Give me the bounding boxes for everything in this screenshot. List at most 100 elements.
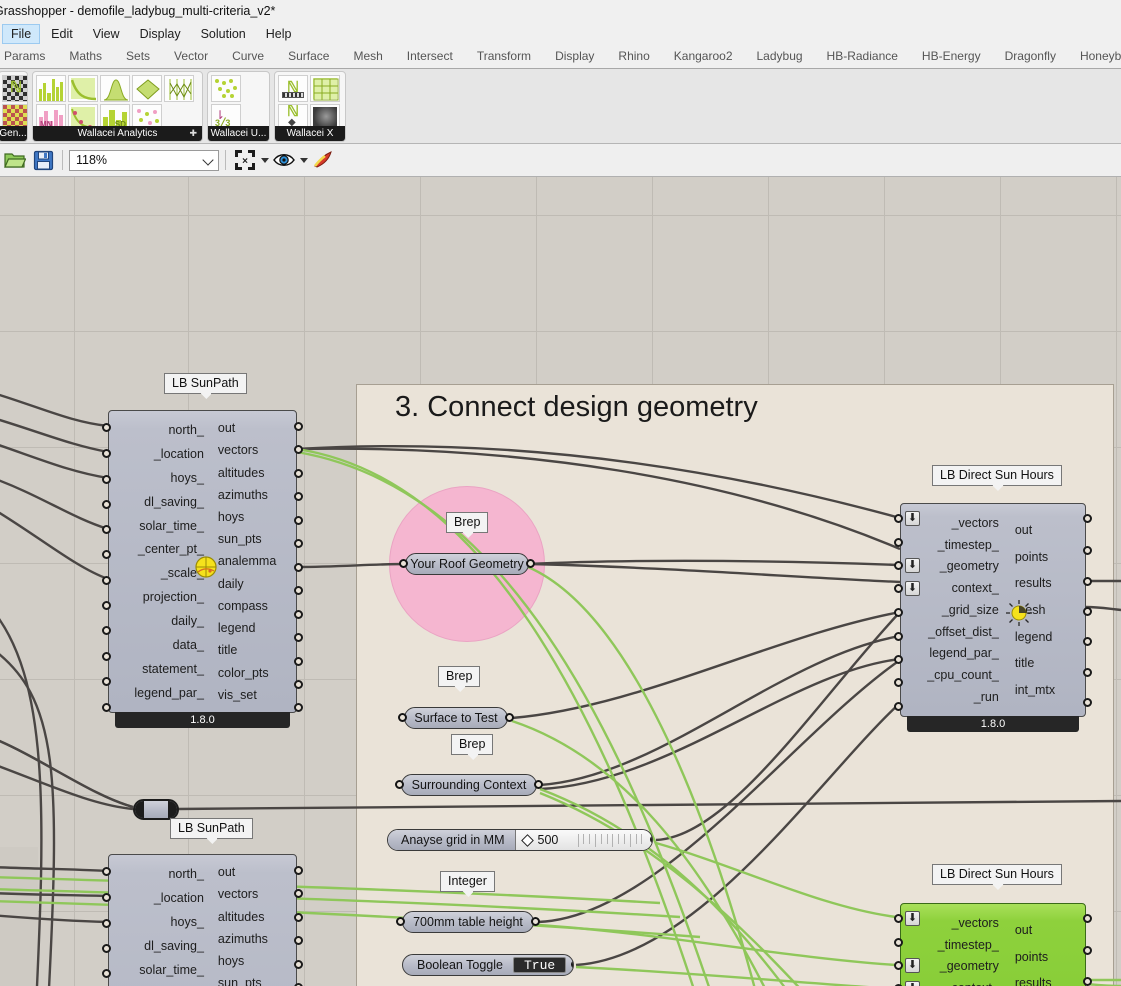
input-grip[interactable] [894,961,903,970]
input-grip[interactable] [102,500,111,509]
input-port-label[interactable]: north_ [168,867,203,881]
output-port-label[interactable]: azimuths [218,932,268,946]
output-grip[interactable] [294,703,303,712]
zoom-extents-dropdown-caret[interactable] [261,158,269,163]
output-port-label[interactable]: compass [218,599,268,613]
rhino-bake-icon[interactable] [310,147,336,173]
output-grip[interactable] [294,469,303,478]
param-output-grip[interactable] [534,780,543,789]
output-grip[interactable] [1083,546,1092,555]
tab-ladybug[interactable]: Ladybug [745,46,815,69]
input-port-label[interactable]: legend_par_ [929,646,999,660]
input-grip[interactable] [102,449,111,458]
output-port-label[interactable]: azimuths [218,488,268,502]
slider-handle[interactable] [521,834,534,847]
output-port-label[interactable]: title [1015,656,1034,670]
input-port-label[interactable]: solar_time_ [139,963,204,977]
boolean-toggle-output-grip[interactable] [571,960,574,969]
output-port-label[interactable]: sun_pts [218,976,262,986]
input-grip[interactable] [894,514,903,523]
input-port-label[interactable]: projection_ [143,590,204,604]
input-grip[interactable] [894,538,903,547]
flatten-arrow-icon[interactable]: ⬇ [905,511,920,526]
output-grip[interactable] [294,889,303,898]
input-grip[interactable] [894,655,903,664]
output-port-label[interactable]: color_pts [218,666,269,680]
output-port-label[interactable]: vis_set [218,688,257,702]
chevron-down-icon[interactable] [202,154,213,165]
standard-deviation-chart-icon[interactable] [36,75,66,102]
param-surrounding-context[interactable]: Surrounding Context [401,774,537,796]
ribbon-panel-expand-icon[interactable]: ✚ [189,126,197,141]
output-grip[interactable] [294,960,303,969]
param-your-roof-geometry[interactable]: Your Roof Geometry [405,553,529,575]
output-grip[interactable] [1083,577,1092,586]
diamond-chart-icon[interactable] [132,75,162,102]
output-port-label[interactable]: points [1015,950,1048,964]
wallacei-x-engine-icon[interactable]: ℕ [278,75,308,102]
input-port-label[interactable]: dl_saving_ [144,495,204,509]
tab-maths[interactable]: Maths [57,46,114,69]
tab-params[interactable]: Params [0,46,57,69]
wallacei-selection-grid-icon[interactable] [310,75,340,102]
tab-hb-energy[interactable]: HB-Energy [910,46,993,69]
ribbon-panel-gen[interactable]: ℕ Gen... [0,71,28,142]
output-grip[interactable] [1083,607,1092,616]
tab-rhino[interactable]: Rhino [606,46,661,69]
preview-dropdown-caret[interactable] [300,158,308,163]
output-grip[interactable] [294,586,303,595]
component-lb-direct-sun-hours-top[interactable]: _vectors _timestep_ _geometry context_ _… [900,503,1086,717]
ribbon-panel-wallacei-x[interactable]: ℕ ℕ ◆ Wallacei X [274,71,346,142]
output-port-label[interactable]: results [1015,576,1052,590]
output-port-label[interactable]: out [218,865,235,879]
input-port-label[interactable]: daily_ [171,614,204,628]
input-port-label[interactable]: north_ [168,423,203,437]
open-folder-icon[interactable] [2,147,28,173]
slider-output-grip[interactable] [650,835,653,844]
output-grip[interactable] [294,539,303,548]
param-input-grip[interactable] [399,559,408,568]
normal-distribution-icon[interactable] [100,75,130,102]
input-port-label[interactable]: _run [974,690,999,704]
param-input-grip[interactable] [395,780,404,789]
input-grip[interactable] [894,914,903,923]
output-port-label[interactable]: legend [218,621,256,635]
input-port-label[interactable]: context_ [952,581,999,595]
output-grip[interactable] [294,866,303,875]
output-grip[interactable] [294,492,303,501]
param-input-grip[interactable] [396,917,405,926]
param-700mm-table-height[interactable]: 700mm table height [402,911,534,933]
input-grip[interactable] [102,919,111,928]
tab-kangaroo2[interactable]: Kangaroo2 [662,46,745,69]
output-port-label[interactable]: analemma [218,554,276,568]
input-grip[interactable] [102,550,111,559]
output-port-label[interactable]: legend [1015,630,1053,644]
menu-item-edit[interactable]: Edit [42,24,82,44]
tab-surface[interactable]: Surface [276,46,341,69]
input-grip[interactable] [894,632,903,641]
output-grip[interactable] [294,610,303,619]
collapsed-param-capsule[interactable] [133,799,179,820]
output-grip[interactable] [294,633,303,642]
output-grip[interactable] [1083,637,1092,646]
output-grip[interactable] [294,422,303,431]
input-port-label[interactable]: context_ [952,981,999,986]
output-port-label[interactable]: out [1015,523,1032,537]
input-port-label[interactable]: _vectors [952,516,999,530]
parallel-coordinate-plot-icon[interactable] [164,75,194,102]
slider-value[interactable]: 500 [538,833,559,847]
tab-sets[interactable]: Sets [114,46,162,69]
input-grip[interactable] [102,893,111,902]
ribbon-panel-wallacei-utilities[interactable]: ⇂ 3╱3 ❖ 3╱3 Wallacei U... [207,71,270,142]
input-grip[interactable] [894,938,903,947]
input-grip[interactable] [102,703,111,712]
tab-display[interactable]: Display [543,46,606,69]
output-port-label[interactable]: int_mtx [1015,683,1055,697]
input-port-label[interactable]: statement_ [142,662,204,676]
menu-item-display[interactable]: Display [131,24,190,44]
input-port-label[interactable]: _geometry [940,559,999,573]
output-port-label[interactable]: title [218,643,237,657]
output-grip[interactable] [1083,698,1092,707]
component-lb-sunpath-bottom[interactable]: north_ _location hoys_ dl_saving_ solar_… [108,854,297,986]
flatten-arrow-icon[interactable]: ⬇ [905,581,920,596]
